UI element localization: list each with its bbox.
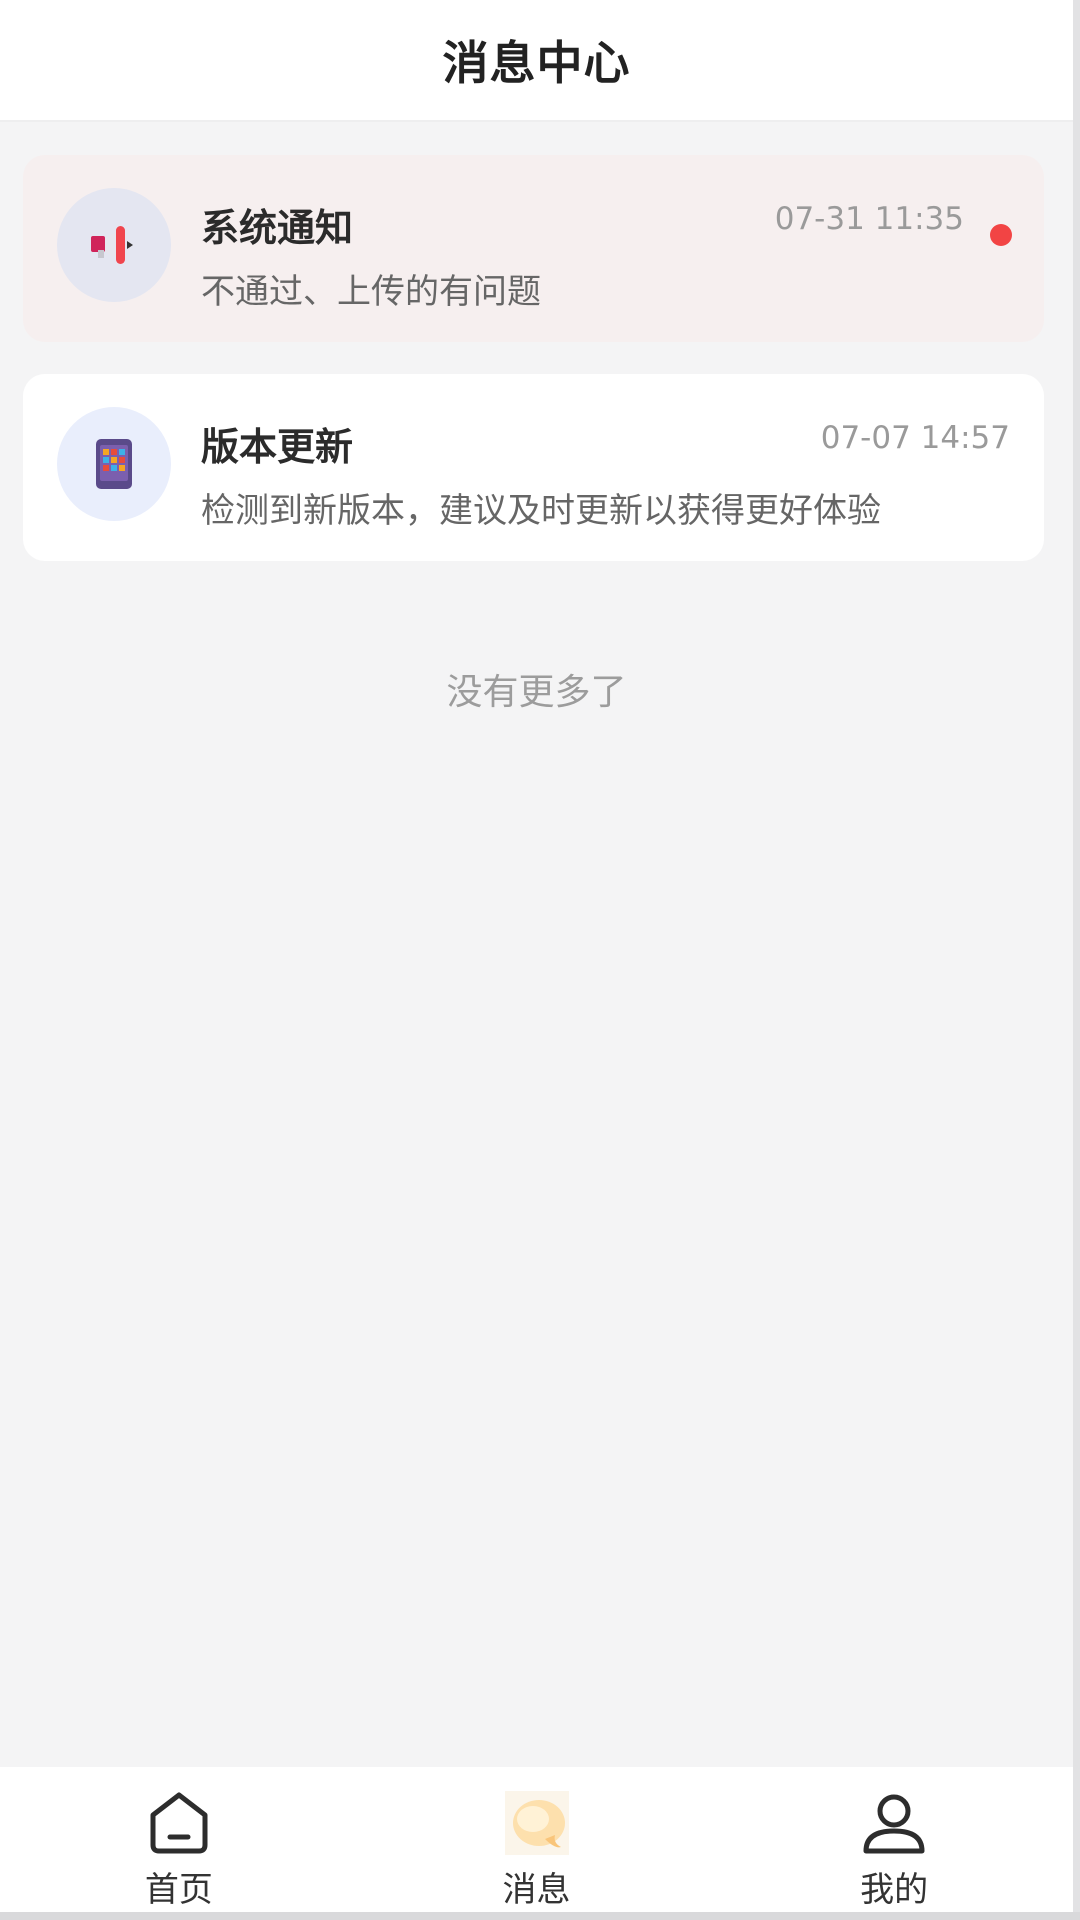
message-icon-container [57, 407, 171, 521]
user-icon [863, 1794, 925, 1854]
tab-label: 首页 [144, 1870, 213, 1910]
page-title: 消息中心 [442, 36, 631, 90]
bottom-edge [0, 1912, 1080, 1920]
message-item-version-update[interactable]: 版本更新 07-07 14:57 检测到新版本，建议及时更新以获得更好体验 [23, 374, 1044, 561]
message-item-system-notice[interactable]: 系统通知 07-31 11:35 不通过、上传的有问题 [23, 155, 1044, 342]
message-icon [504, 1791, 569, 1855]
list-end-text: 没有更多了 [446, 672, 627, 713]
window-edge [1073, 0, 1080, 1920]
message-icon-container [57, 188, 171, 302]
page-header: 消息中心 [0, 0, 1073, 122]
app-screen: 消息中心 系统通知 07-31 11:35 不通过、上传的有问题 版本更新 07… [0, 0, 1073, 1920]
tab-messages[interactable]: 消息 [358, 1767, 716, 1912]
message-time: 07-07 14:57 [820, 420, 1010, 456]
megaphone-icon [91, 226, 133, 264]
message-time: 07-31 11:35 [774, 201, 964, 237]
bottom-tab-bar: 首页 消息 我的 [0, 1767, 1073, 1912]
unread-dot [990, 224, 1012, 246]
tab-label: 我的 [860, 1870, 929, 1910]
tab-profile[interactable]: 我的 [715, 1767, 1073, 1912]
app-update-icon [96, 439, 132, 489]
message-preview: 检测到新版本，建议及时更新以获得更好体验 [201, 491, 881, 531]
tab-home[interactable]: 首页 [0, 1767, 358, 1912]
tab-label: 消息 [502, 1870, 571, 1910]
message-title: 版本更新 [201, 425, 354, 469]
home-icon [150, 1792, 208, 1854]
message-preview: 不通过、上传的有问题 [201, 272, 541, 312]
message-title: 系统通知 [201, 206, 354, 250]
